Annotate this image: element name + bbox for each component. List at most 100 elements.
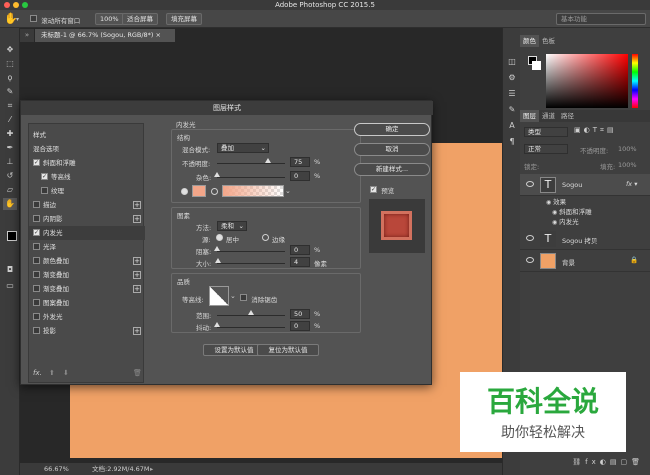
- scroll-all-windows-toggle[interactable]: 滚动所有窗口: [30, 15, 80, 25]
- new-style-button[interactable]: 新建样式...: [354, 163, 430, 176]
- zoom-readout[interactable]: 66.67%: [44, 463, 69, 475]
- minimize-window-button[interactable]: [13, 2, 19, 8]
- style-list-item[interactable]: ✓ 内发光: [29, 226, 145, 240]
- style-list-item[interactable]: 渐变叠加 +: [29, 268, 145, 282]
- style-checkbox[interactable]: [33, 215, 40, 222]
- close-window-button[interactable]: [4, 2, 10, 8]
- preview-toggle[interactable]: ✓ 预览: [370, 185, 394, 195]
- crop-tool-icon[interactable]: ⌗: [3, 100, 17, 112]
- layers-footer-icons[interactable]: ⛓fx◐▤▢🗑: [520, 458, 650, 472]
- style-list-item[interactable]: 光泽: [29, 240, 145, 254]
- choke-slider[interactable]: [217, 251, 285, 252]
- tool-preset-chevron-icon[interactable]: ▾: [16, 16, 19, 23]
- adjustments-panel-icon[interactable]: ☰: [505, 88, 519, 100]
- antialias-toggle[interactable]: 消除锯齿: [240, 294, 277, 304]
- tab-paths[interactable]: 路径: [558, 110, 577, 122]
- move-tool-icon[interactable]: ✥: [3, 44, 17, 56]
- fx-icon[interactable]: fx ▾: [626, 180, 637, 188]
- opacity-slider[interactable]: [217, 163, 285, 164]
- glow-gradient-picker[interactable]: [222, 185, 284, 197]
- style-checkbox[interactable]: [33, 313, 40, 320]
- status-arrow-icon[interactable]: ▸: [150, 463, 153, 475]
- character-panel-icon[interactable]: A: [505, 120, 519, 132]
- gradient-radio[interactable]: [211, 188, 218, 195]
- color-bg-swatch[interactable]: [532, 61, 541, 70]
- jitter-slider-knob[interactable]: [214, 322, 220, 327]
- layer-name[interactable]: Sogou: [562, 181, 582, 189]
- gradient-chevron-icon[interactable]: ⌄: [285, 187, 291, 195]
- style-list-item[interactable]: 样式: [29, 128, 145, 142]
- effects-heading[interactable]: ◉ 效果: [546, 196, 646, 206]
- history-brush-tool-icon[interactable]: ↺: [3, 170, 17, 182]
- jitter-slider[interactable]: [217, 327, 285, 328]
- scroll-all-checkbox[interactable]: [30, 15, 37, 22]
- style-checkbox[interactable]: [33, 271, 40, 278]
- contour-chevron-icon[interactable]: ⌄: [230, 292, 236, 300]
- healing-brush-tool-icon[interactable]: ✚: [3, 128, 17, 140]
- layer-blend-mode-select[interactable]: 正常: [524, 144, 568, 154]
- clone-stamp-tool-icon[interactable]: ⊥: [3, 156, 17, 168]
- hand-tool-icon[interactable]: ✋: [3, 198, 17, 210]
- style-checkbox[interactable]: ✓: [41, 173, 48, 180]
- contour-preview[interactable]: [209, 286, 229, 306]
- style-checkbox[interactable]: [41, 187, 48, 194]
- paragraph-panel-icon[interactable]: ¶: [505, 136, 519, 148]
- layer-kind-filter[interactable]: 类型: [524, 127, 568, 137]
- visibility-eye-icon[interactable]: [526, 235, 534, 241]
- quick-mask-icon[interactable]: ◘: [3, 264, 17, 276]
- choke-input[interactable]: 0: [290, 245, 310, 255]
- ok-button[interactable]: 确定: [354, 123, 430, 136]
- fill-screen-button[interactable]: 填充屏幕: [166, 13, 202, 25]
- fill-value[interactable]: 100%: [618, 161, 637, 169]
- add-effect-icon[interactable]: +: [133, 327, 141, 335]
- method-select[interactable]: 柔和 ⌄: [217, 221, 247, 231]
- style-list-item[interactable]: 内阴影 +: [29, 212, 145, 226]
- style-checkbox[interactable]: [33, 243, 40, 250]
- opacity-slider-knob[interactable]: [265, 158, 271, 163]
- style-checkbox[interactable]: ✓: [33, 159, 40, 166]
- workspace-select[interactable]: 基本功能: [556, 13, 646, 25]
- range-slider[interactable]: [217, 315, 285, 316]
- layer-opacity-value[interactable]: 100%: [618, 145, 637, 153]
- tab-color[interactable]: 颜色: [520, 35, 539, 47]
- jitter-input[interactable]: 0: [290, 321, 310, 331]
- preview-checkbox[interactable]: ✓: [370, 186, 377, 193]
- properties-panel-icon[interactable]: ⚙: [505, 72, 519, 84]
- size-slider-knob[interactable]: [215, 258, 222, 263]
- hue-slider[interactable]: [632, 54, 638, 108]
- tab-swatches[interactable]: 色板: [539, 35, 558, 47]
- layer-name[interactable]: 背景: [562, 257, 575, 267]
- opacity-input[interactable]: 75: [290, 157, 310, 167]
- add-effect-icon[interactable]: +: [133, 257, 141, 265]
- solid-color-radio[interactable]: [181, 188, 188, 195]
- make-default-button[interactable]: 设置为默认值: [203, 344, 265, 356]
- visibility-eye-icon[interactable]: [526, 181, 534, 187]
- document-tab[interactable]: 未标题-1 @ 66.7% (Sogou, RGB/8*) ×: [35, 29, 175, 42]
- brush-tool-icon[interactable]: ✒: [3, 142, 17, 154]
- layer-row-sogou[interactable]: T Sogou fx ▾: [520, 174, 650, 196]
- layer-row-background[interactable]: 背景 🔒: [520, 250, 650, 272]
- reset-default-button[interactable]: 复位为默认值: [257, 344, 319, 356]
- lasso-tool-icon[interactable]: ϙ: [3, 72, 17, 84]
- range-slider-knob[interactable]: [248, 310, 254, 315]
- style-list-item[interactable]: ✓ 等高线: [29, 170, 145, 184]
- marquee-tool-icon[interactable]: ⬚: [3, 58, 17, 70]
- choke-slider-knob[interactable]: [214, 246, 220, 251]
- style-checkbox[interactable]: ✓: [33, 229, 40, 236]
- visibility-eye-icon[interactable]: [526, 257, 534, 263]
- tab-channels[interactable]: 通道: [539, 110, 558, 122]
- effect-item[interactable]: ◉ 斜面和浮雕: [546, 206, 646, 216]
- style-checkbox[interactable]: [33, 299, 40, 306]
- add-effect-icon[interactable]: +: [133, 271, 141, 279]
- antialias-checkbox[interactable]: [240, 294, 247, 301]
- delete-effect-icon[interactable]: 🗑: [133, 369, 142, 377]
- eraser-tool-icon[interactable]: ▱: [3, 184, 17, 196]
- brush-panel-icon[interactable]: ✎: [505, 104, 519, 116]
- effect-item[interactable]: ◉ 内发光: [546, 216, 646, 226]
- move-up-icon[interactable]: ⬆: [49, 369, 55, 377]
- eyedropper-tool-icon[interactable]: ⁄: [3, 114, 17, 126]
- fx-menu-icon[interactable]: fx.: [33, 369, 42, 377]
- source-edge-radio[interactable]: [262, 234, 269, 241]
- style-checkbox[interactable]: [33, 201, 40, 208]
- screen-mode-icon[interactable]: ▭: [3, 280, 17, 292]
